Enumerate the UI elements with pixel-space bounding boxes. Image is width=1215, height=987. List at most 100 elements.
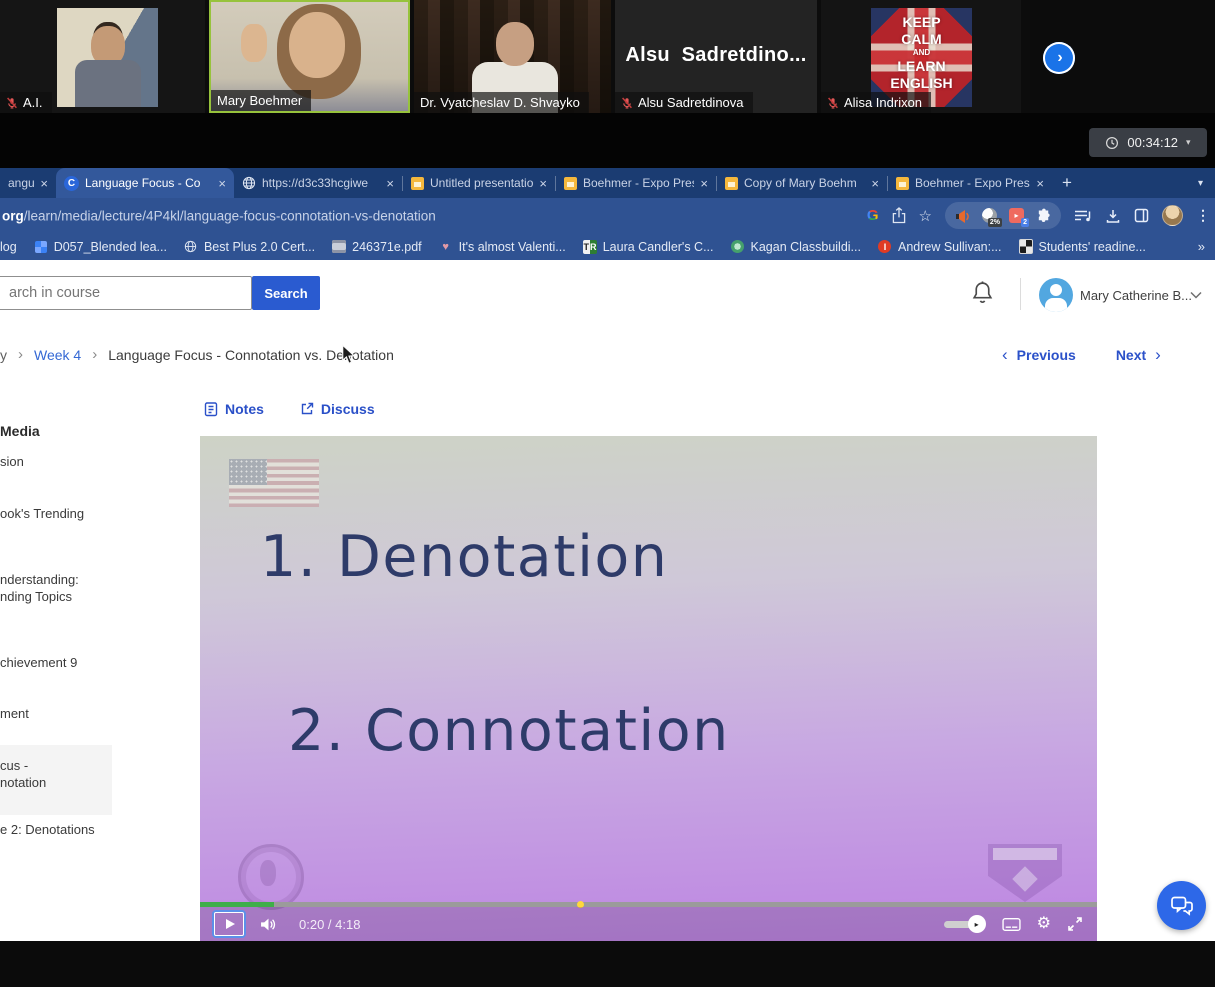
gauge-extension-icon[interactable]: 2%	[981, 207, 998, 224]
tab-close-icon[interactable]: ×	[1036, 176, 1044, 191]
tab-boehmer-expo-2[interactable]: Boehmer - Expo Pres ×	[888, 168, 1052, 198]
sidebar-item[interactable]: ment	[0, 705, 29, 722]
participant-name-label: A.I.	[0, 92, 52, 113]
tab-close-icon[interactable]: ×	[539, 176, 547, 191]
sidepanel-icon[interactable]	[1134, 208, 1149, 223]
sidebar-item[interactable]: nderstanding:nding Topics	[0, 571, 79, 605]
sidebar-item-current[interactable]: cus -notation	[0, 757, 46, 791]
tab-untitled-presentation[interactable]: Untitled presentation ×	[403, 168, 555, 198]
breadcrumb-week-link[interactable]: Week 4	[34, 347, 81, 363]
participant-name: A.I.	[23, 95, 43, 110]
fullscreen-icon	[1067, 916, 1083, 932]
browser-profile-avatar[interactable]	[1162, 205, 1183, 226]
tab-cut[interactable]: anguage ×	[0, 168, 56, 198]
tab-d3c33[interactable]: https://d3c33hcgiwe ×	[234, 168, 402, 198]
playlist-icon[interactable]	[1074, 209, 1092, 223]
slide-text-connotation: 2. Connotation	[288, 698, 730, 764]
tab-close-icon[interactable]: ×	[700, 176, 708, 191]
sidebar-item[interactable]: sion	[0, 453, 24, 470]
tab-close-icon[interactable]: ×	[871, 176, 879, 191]
breadcrumb-separator-icon: ›	[92, 346, 97, 363]
breadcrumb-separator-icon: ›	[18, 346, 23, 363]
bookmarks-overflow-icon[interactable]: »	[1198, 239, 1205, 254]
zoom-toolbar-row: 00:34:12 ▾	[0, 113, 1215, 168]
breadcrumb: y › Week 4 › Language Focus - Connotatio…	[0, 346, 394, 363]
sidebar-item[interactable]: ook's Trending	[0, 505, 84, 522]
bookmark-kagan[interactable]: Kagan Classbuildi...	[731, 240, 861, 254]
fullscreen-button[interactable]	[1067, 916, 1083, 932]
breadcrumb-root[interactable]: y	[0, 347, 7, 363]
slides-favicon	[896, 177, 909, 190]
new-tab-button[interactable]: +	[1052, 173, 1082, 193]
google-icon[interactable]: G	[867, 207, 879, 224]
bookmark-students[interactable]: Students' readine...	[1019, 240, 1146, 254]
user-menu-caret-icon[interactable]	[1190, 291, 1202, 299]
browser-menu-icon[interactable]: ⋮	[1196, 207, 1210, 224]
bookmark-log[interactable]: log	[0, 240, 17, 254]
next-button[interactable]: Next	[1116, 347, 1146, 363]
user-name[interactable]: Mary Catherine B...	[1080, 288, 1192, 303]
tab-boehmer-expo-1[interactable]: Boehmer - Expo Pres ×	[556, 168, 716, 198]
share-icon[interactable]	[892, 207, 906, 224]
sidebar-heading: Media	[0, 423, 40, 439]
external-link-icon	[300, 402, 314, 416]
participant-tile-alsu[interactable]: Alsu Sadretdino... Alsu Sadretdinova	[615, 0, 817, 113]
tab-close-icon[interactable]: ×	[40, 176, 48, 191]
settings-gear-icon[interactable]: ⚙	[1037, 916, 1051, 932]
sidebar-item[interactable]: chievement 9	[0, 654, 77, 671]
meeting-timer[interactable]: 00:34:12 ▾	[1089, 128, 1207, 157]
play-button[interactable]	[214, 912, 244, 936]
course-page: Search Mary Catherine B... y › Week 4 › …	[0, 260, 1215, 941]
extensions-puzzle-icon[interactable]	[1035, 207, 1052, 224]
tab-close-icon[interactable]: ×	[386, 176, 394, 191]
sidebar-item[interactable]: e 2: Denotations	[0, 821, 95, 838]
tab-language-focus-active[interactable]: C Language Focus - Co ×	[56, 168, 234, 198]
captions-icon	[1002, 917, 1021, 932]
bookmark-sullivan[interactable]: IAndrew Sullivan:...	[878, 240, 1002, 254]
next-chevron-icon[interactable]: ›	[1155, 348, 1161, 362]
notes-tab[interactable]: Notes	[204, 401, 264, 417]
search-button[interactable]: Search	[252, 276, 320, 310]
search-input[interactable]	[0, 276, 252, 310]
bookmark-best-plus[interactable]: Best Plus 2.0 Cert...	[184, 240, 315, 254]
address-bar-icons: G ☆ 2% ▸ 2	[867, 198, 1210, 233]
browser-address-bar[interactable]: org/learn/media/lecture/4P4kl/language-f…	[0, 198, 1215, 233]
chat-fab-button[interactable]	[1157, 881, 1206, 930]
tab-title: Untitled presentation	[430, 176, 533, 190]
url-text[interactable]: org/learn/media/lecture/4P4kl/language-f…	[2, 208, 436, 223]
bookmark-d057[interactable]: D057_Blended lea...	[34, 240, 167, 254]
bookmark-star-icon[interactable]: ☆	[919, 207, 932, 225]
tab-close-icon[interactable]: ×	[218, 176, 226, 191]
speaker-extension-icon[interactable]	[954, 207, 971, 224]
tab-copy-of-mary[interactable]: Copy of Mary Boehm ×	[717, 168, 887, 198]
captions-button[interactable]	[1002, 917, 1021, 932]
bookmark-laura-candler[interactable]: TRLaura Candler's C...	[583, 240, 714, 254]
pink-extension-icon[interactable]: ▸ 2	[1008, 207, 1025, 224]
user-avatar[interactable]	[1039, 278, 1073, 312]
url-path: /learn/media/lecture/4P4kl/language-focu…	[24, 208, 436, 223]
previous-button[interactable]: Previous	[1017, 347, 1076, 363]
playback-speed-control[interactable]: ▸	[944, 915, 986, 933]
checker-favicon	[1019, 240, 1033, 254]
bookmark-valentine[interactable]: ♥It's almost Valenti...	[439, 240, 566, 254]
previous-chevron-icon[interactable]: ‹	[1002, 348, 1008, 362]
sullivan-favicon: I	[878, 240, 892, 254]
bookmark-pdf[interactable]: 246371e.pdf	[332, 240, 422, 254]
play-icon	[226, 919, 235, 929]
volume-button[interactable]	[260, 917, 277, 932]
discuss-tab[interactable]: Discuss	[300, 401, 375, 417]
notifications-bell-icon[interactable]	[971, 280, 994, 305]
participant-tile-shvayko[interactable]: Dr. Vyatcheslav D. Shvayko	[414, 0, 611, 113]
bookmark-label: 246371e.pdf	[352, 240, 422, 254]
video-player[interactable]: 1. Denotation 2. Connotation 0:20 / 4:18…	[200, 436, 1097, 941]
participant-name-label: Alisa Indrixon	[821, 92, 931, 113]
tab-search-caret-icon[interactable]: ▾	[1198, 178, 1203, 189]
speaker-icon	[955, 208, 971, 224]
participant-name-label: Alsu Sadretdinova	[615, 92, 753, 113]
download-icon[interactable]	[1105, 208, 1121, 224]
gallery-next-button[interactable]: ›	[1043, 42, 1075, 74]
zoom-gallery-strip: A.I. Mary Boehmer Dr. Vyatcheslav D. Shv…	[0, 0, 1215, 113]
participant-tile-mary[interactable]: Mary Boehmer	[209, 0, 410, 113]
participant-tile-ai[interactable]: A.I.	[0, 0, 205, 113]
participant-tile-alisa[interactable]: KEEP CALM AND LEARN ENGLISH Alisa Indrix…	[821, 0, 1021, 113]
